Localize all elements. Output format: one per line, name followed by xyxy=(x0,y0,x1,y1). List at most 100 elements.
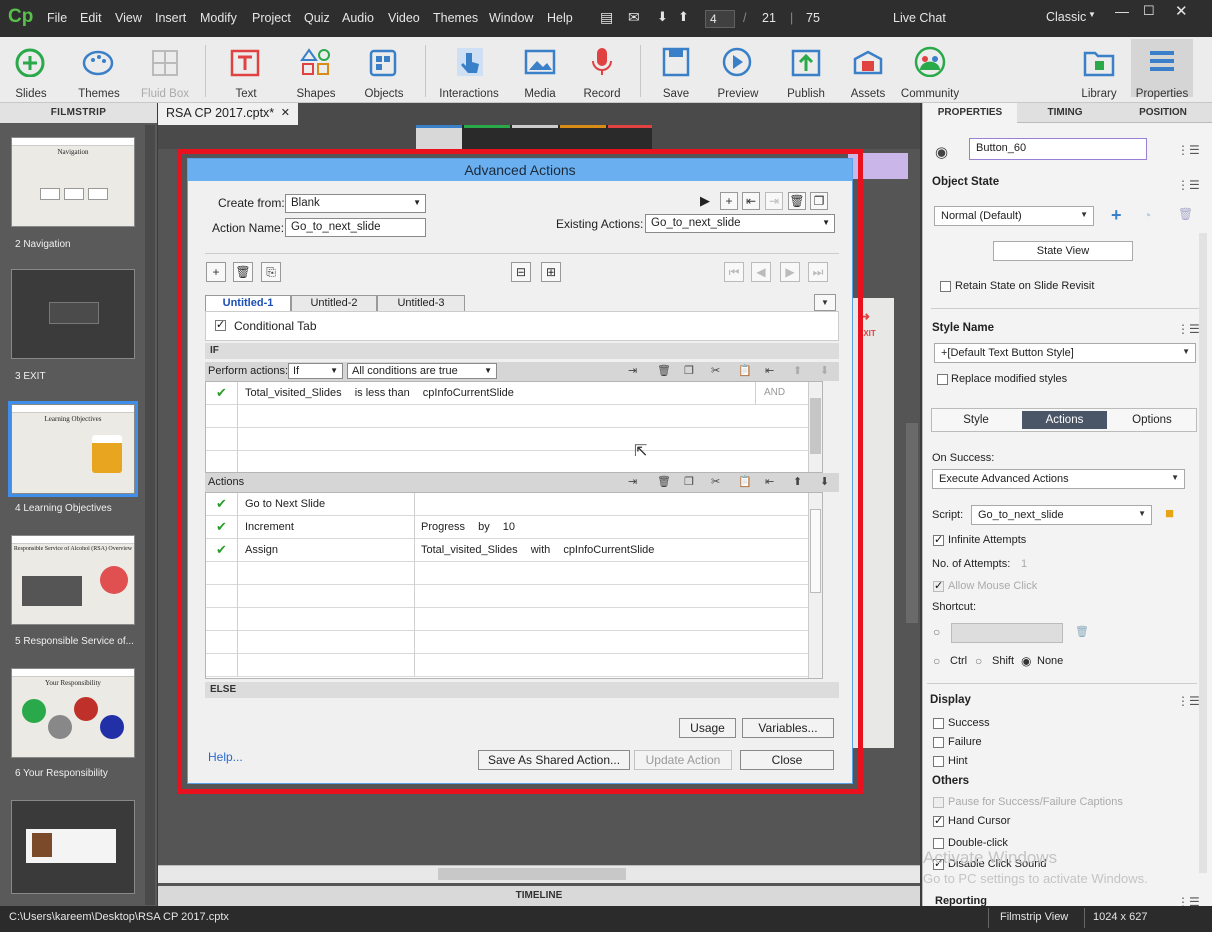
fluid-box-button[interactable]: Fluid Box xyxy=(134,43,196,100)
slide-thumbnail-4[interactable]: Learning Objectives xyxy=(8,401,138,497)
slides-button[interactable]: Slides xyxy=(0,43,62,100)
slide-label-5: 5 Responsible Service of... xyxy=(15,636,134,647)
menu-video[interactable]: Video xyxy=(388,11,420,25)
slide-thumbnail-7[interactable] xyxy=(11,800,135,894)
comment-icon[interactable]: ▤ xyxy=(600,9,613,26)
objects-label: Objects xyxy=(364,88,404,100)
state-view-button[interactable]: State View xyxy=(993,241,1133,261)
filmstrip-scrollbar[interactable] xyxy=(145,125,155,905)
chevron-down-icon[interactable]: ▼ xyxy=(1088,10,1096,19)
shortcut-input[interactable] xyxy=(951,623,1063,643)
page-current-input[interactable]: 4 xyxy=(705,10,735,28)
phone-landscape-icon[interactable] xyxy=(560,125,606,151)
arrow-up-icon[interactable]: ⬆ xyxy=(678,9,689,25)
document-tab[interactable]: RSA CP 2017.cptx* ✕ xyxy=(158,103,298,125)
menu-list-icon[interactable]: ⋮☰ xyxy=(1177,694,1200,708)
menu-edit[interactable]: Edit xyxy=(80,11,102,25)
shortcut-radio[interactable]: ○ xyxy=(933,625,940,639)
menu-window[interactable]: Window xyxy=(489,11,533,25)
menu-themes[interactable]: Themes xyxy=(433,11,478,25)
menu-list-icon[interactable]: ⋮☰ xyxy=(1177,322,1200,336)
phone-portrait-icon[interactable] xyxy=(608,125,652,151)
save-button[interactable]: Save xyxy=(645,43,707,100)
menu-modify[interactable]: Modify xyxy=(200,11,237,25)
text-label: Text xyxy=(235,88,257,100)
ctrl-radio[interactable]: ○ xyxy=(933,654,940,668)
none-radio[interactable]: ◉ xyxy=(1021,654,1031,668)
publish-button[interactable]: Publish xyxy=(775,43,837,100)
community-button[interactable]: Community xyxy=(899,43,961,100)
tablet-portrait-icon[interactable] xyxy=(512,125,558,151)
visibility-eye-icon[interactable]: ◉ xyxy=(935,143,948,161)
live-chat-link[interactable]: Live Chat xyxy=(893,11,946,25)
menu-file[interactable]: File xyxy=(47,11,67,25)
attempts-value[interactable]: 1 xyxy=(1021,558,1027,570)
reset-state-icon[interactable]: ◔ xyxy=(1143,207,1151,223)
record-button[interactable]: Record xyxy=(571,43,633,100)
zoom-level[interactable]: 75 xyxy=(806,11,820,25)
minimize-icon[interactable]: — xyxy=(1115,3,1129,19)
subtab-style[interactable]: Style xyxy=(932,409,1020,431)
on-success-value: Execute Advanced Actions xyxy=(939,473,1069,485)
shift-radio[interactable]: ○ xyxy=(975,654,982,668)
folder-icon[interactable]: ■ xyxy=(1165,505,1174,522)
maximize-icon[interactable]: ☐ xyxy=(1143,3,1155,19)
desktop-view-icon[interactable] xyxy=(416,125,462,151)
text-button[interactable]: Text xyxy=(215,43,277,100)
menu-quiz[interactable]: Quiz xyxy=(304,11,330,25)
library-button[interactable]: Library xyxy=(1068,43,1130,100)
hint-checkbox[interactable] xyxy=(933,756,944,767)
preview-button[interactable]: Preview xyxy=(707,43,769,100)
delete-state-icon[interactable]: 🗑 xyxy=(1178,207,1193,221)
media-button[interactable]: Media xyxy=(509,43,571,100)
hand-cursor-checkbox[interactable] xyxy=(933,814,944,827)
tablet-landscape-icon[interactable] xyxy=(464,125,510,151)
subtab-actions[interactable]: Actions xyxy=(1022,411,1107,429)
scroll-thumb[interactable] xyxy=(438,868,626,880)
menu-project[interactable]: Project xyxy=(252,11,291,25)
properties-scrollbar[interactable] xyxy=(1199,233,1207,873)
pause-checkbox[interactable] xyxy=(933,797,944,808)
assets-button[interactable]: Assets xyxy=(837,43,899,100)
menu-list-icon[interactable]: ⋮☰ xyxy=(1177,143,1200,157)
state-select[interactable]: Normal (Default) ▼ xyxy=(934,206,1094,226)
arrow-down-icon[interactable]: ⬇ xyxy=(657,9,668,25)
retain-state-checkbox[interactable] xyxy=(940,281,951,292)
on-success-select[interactable]: Execute Advanced Actions ▼ xyxy=(932,469,1185,489)
menu-help[interactable]: Help xyxy=(547,11,573,25)
clear-shortcut-icon[interactable]: 🗑 xyxy=(1075,625,1089,638)
timeline-header[interactable]: TIMELINE xyxy=(158,886,920,906)
properties-button[interactable]: Properties xyxy=(1131,39,1193,100)
replace-styles-checkbox[interactable] xyxy=(937,374,948,385)
script-select[interactable]: Go_to_next_slide ▼ xyxy=(971,505,1152,525)
menu-insert[interactable]: Insert xyxy=(155,11,186,25)
tab-properties[interactable]: PROPERTIES xyxy=(923,103,1017,123)
tab-position[interactable]: POSITION xyxy=(1113,103,1212,123)
close-icon[interactable]: ✕ xyxy=(1175,2,1188,20)
shapes-button[interactable]: Shapes xyxy=(285,43,347,100)
stage-hscroll[interactable] xyxy=(158,865,920,883)
add-state-icon[interactable]: + xyxy=(1111,205,1122,226)
workspace-select[interactable]: Classic xyxy=(1046,10,1086,24)
interactions-button[interactable]: Interactions xyxy=(438,43,500,100)
menu-list-icon[interactable]: ⋮☰ xyxy=(1177,178,1200,192)
subtab-options[interactable]: Options xyxy=(1108,409,1196,431)
success-checkbox[interactable] xyxy=(933,718,944,729)
allow-mouse-checkbox[interactable] xyxy=(933,579,944,592)
slide-thumbnail-2[interactable]: Navigation xyxy=(11,137,135,227)
objects-button[interactable]: Objects xyxy=(353,43,415,100)
slide-thumbnail-5[interactable]: Responsible Service of Alcohol (RSA) Ove… xyxy=(11,535,135,625)
themes-button[interactable]: Themes xyxy=(68,43,130,100)
close-tab-icon[interactable]: ✕ xyxy=(281,106,290,119)
menu-audio[interactable]: Audio xyxy=(342,11,374,25)
infinite-attempts-checkbox[interactable] xyxy=(933,533,944,546)
failure-checkbox[interactable] xyxy=(933,737,944,748)
stage-vscroll[interactable] xyxy=(906,423,918,623)
mail-icon[interactable]: ✉ xyxy=(628,9,640,26)
slide-thumbnail-6[interactable]: Your Responsibility xyxy=(11,668,135,758)
menu-view[interactable]: View xyxy=(115,11,142,25)
object-name-input[interactable]: Button_60 xyxy=(969,138,1147,160)
style-select[interactable]: +[Default Text Button Style] ▼ xyxy=(934,343,1196,363)
tab-timing[interactable]: TIMING xyxy=(1018,103,1112,123)
slide-thumbnail-3[interactable] xyxy=(11,269,135,359)
